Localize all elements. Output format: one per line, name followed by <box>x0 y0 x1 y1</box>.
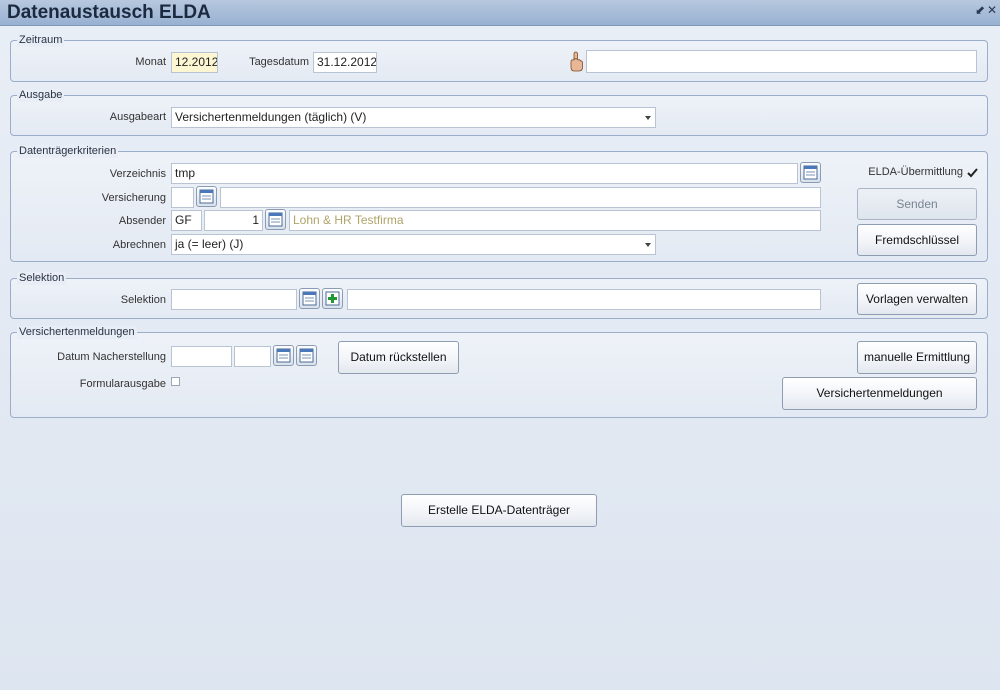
versicherung-lookup-button[interactable] <box>196 186 217 207</box>
absender-label: Absender <box>118 215 166 227</box>
abrechnen-value: ja (= leer) (J) <box>175 237 244 251</box>
close-icon[interactable]: ✕ <box>986 4 998 16</box>
absender-lookup-button[interactable] <box>265 209 286 230</box>
versicherung-name-field[interactable] <box>220 187 821 208</box>
zeitraum-legend: Zeitraum <box>17 34 65 47</box>
ausgabe-group: Ausgabe Ausgabeart Versichertenmeldungen… <box>10 89 988 136</box>
selektion-label: Selektion <box>120 294 166 306</box>
browse-button[interactable] <box>800 162 821 183</box>
window-title: Datenaustausch ELDA <box>7 2 211 23</box>
manuelle-ermittlung-button[interactable]: manuelle Ermittlung <box>857 341 977 374</box>
selektion-group: Selektion Selektion Vorlagen verwalten <box>10 272 988 319</box>
datum-rueckstellen-button[interactable]: Datum rückstellen <box>338 341 459 374</box>
datum-nacherstellung-field-2[interactable] <box>234 346 271 367</box>
absender-code-field[interactable]: GF <box>171 210 202 231</box>
zeitraum-info-field[interactable] <box>586 50 977 73</box>
ausgabeart-select[interactable]: Versichertenmeldungen (täglich) (V) <box>171 107 656 128</box>
zeitraum-group: Zeitraum Monat 12.2012 Tagesdatum 31.12.… <box>10 34 988 82</box>
versichertenmeldungen-legend: Versichertenmeldungen <box>17 326 137 339</box>
datum-picker-button-2[interactable] <box>296 345 317 366</box>
elda-uebermittlung-label: ELDA-Übermittlung <box>868 166 963 178</box>
checkmark-icon <box>967 168 978 178</box>
pin-icon[interactable]: ⬋ <box>974 4 986 16</box>
tagesdatum-field[interactable]: 31.12.2012 <box>313 52 377 73</box>
monat-field[interactable]: 12.2012 <box>171 52 218 73</box>
elda-uebermittlung-checkbox[interactable] <box>967 167 978 178</box>
selektion-lookup-button[interactable] <box>299 288 320 309</box>
absender-name-field: Lohn & HR Testfirma <box>289 210 821 231</box>
formularausgabe-checkbox[interactable] <box>171 377 180 386</box>
versicherung-label: Versicherung <box>101 192 166 204</box>
verzeichnis-field[interactable]: tmp <box>171 163 798 184</box>
versichertenmeldungen-button[interactable]: Versichertenmeldungen <box>782 377 977 410</box>
monat-label: Monat <box>135 56 166 68</box>
hand-pointer-icon[interactable] <box>568 51 584 73</box>
versicherung-code-field[interactable] <box>171 187 194 208</box>
add-selektion-button[interactable] <box>322 288 343 309</box>
ausgabeart-label: Ausgabeart <box>109 111 166 123</box>
ausgabeart-value: Versichertenmeldungen (täglich) (V) <box>175 110 367 124</box>
selektion-name-field[interactable] <box>347 289 821 310</box>
datentraeger-legend: Datenträgerkriterien <box>17 145 119 158</box>
vorlagen-verwalten-button[interactable]: Vorlagen verwalten <box>857 283 977 315</box>
calendar-icon <box>299 348 314 363</box>
calendar-icon <box>268 212 283 227</box>
versichertenmeldungen-group: Versichertenmeldungen Datum Nacherstellu… <box>10 326 988 418</box>
chevron-down-icon <box>645 116 651 120</box>
chevron-down-icon <box>645 243 651 247</box>
datum-nacherstellung-field[interactable] <box>171 346 232 367</box>
ausgabe-legend: Ausgabe <box>17 89 65 102</box>
senden-button[interactable]: Senden <box>857 188 977 220</box>
abrechnen-label: Abrechnen <box>112 239 166 251</box>
plus-icon <box>325 291 340 306</box>
selektion-code-field[interactable] <box>171 289 297 310</box>
fremdschluessel-button[interactable]: Fremdschlüssel <box>857 224 977 256</box>
calendar-icon <box>199 189 214 204</box>
datentraeger-group: Datenträgerkriterien Verzeichnis tmp ELD… <box>10 145 988 262</box>
calendar-icon <box>803 165 818 180</box>
tagesdatum-label: Tagesdatum <box>249 56 309 68</box>
absender-number-field[interactable]: 1 <box>204 210 263 231</box>
formularausgabe-label: Formularausgabe <box>79 378 166 390</box>
calendar-icon <box>302 291 317 306</box>
title-bar: Datenaustausch ELDA ⬋ ✕ <box>0 0 1000 26</box>
erstelle-elda-datentraeger-button[interactable]: Erstelle ELDA-Datenträger <box>401 494 597 527</box>
calendar-icon <box>276 348 291 363</box>
verzeichnis-label: Verzeichnis <box>109 168 166 180</box>
selektion-legend: Selektion <box>17 272 67 285</box>
datum-picker-button[interactable] <box>273 345 294 366</box>
abrechnen-select[interactable]: ja (= leer) (J) <box>171 234 656 255</box>
datum-nacherstellung-label: Datum Nacherstellung <box>57 351 166 363</box>
